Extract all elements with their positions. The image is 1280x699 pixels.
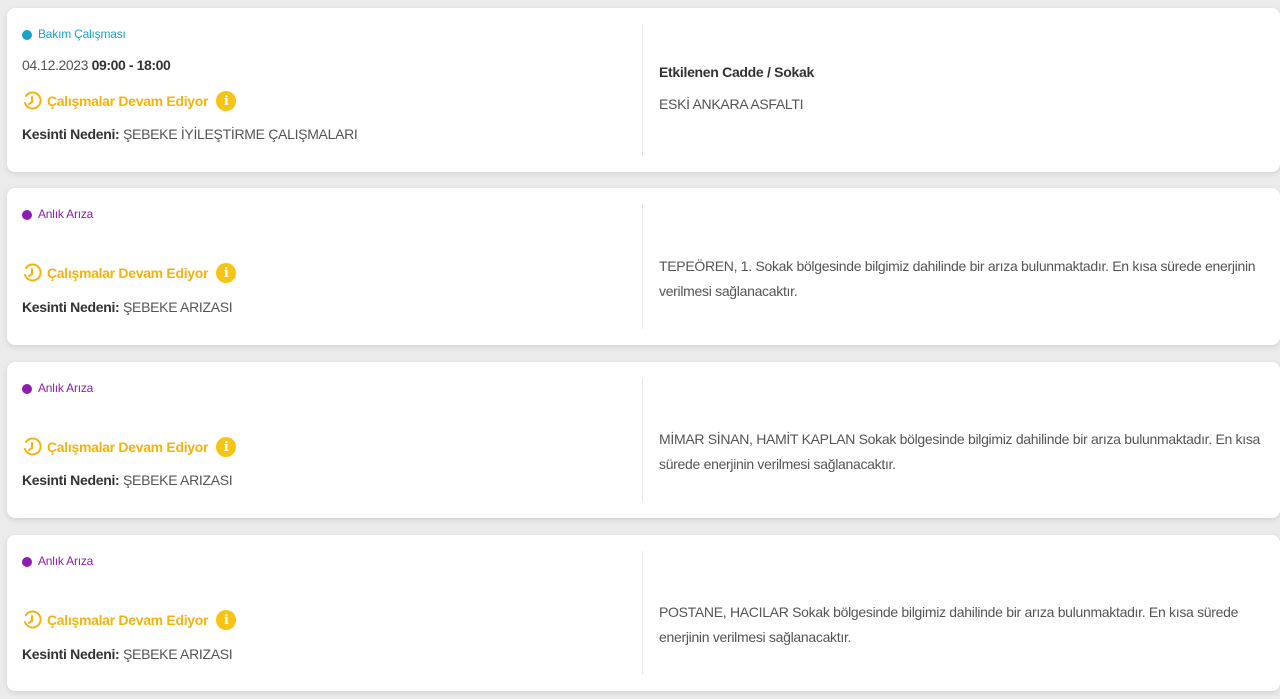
outage-type-label: Bakım Çalışması: [38, 27, 126, 41]
outage-summary: Bakım Çalışması 04.12.2023 09:00 - 18:00…: [22, 8, 642, 172]
card-divider: [642, 24, 643, 156]
maintenance-dot-icon: [22, 30, 32, 40]
outage-details: MİMAR SİNAN, HAMİT KAPLAN Sokak bölgesin…: [659, 362, 1262, 518]
info-circle-icon[interactable]: i: [216, 263, 237, 283]
fault-dot-icon: [22, 210, 32, 220]
outage-status: Çalışmalar Devam Ediyor i: [22, 263, 237, 283]
outage-reason-value: ŞEBEKE İYİLEŞTİRME ÇALIŞMALARI: [123, 126, 358, 142]
outage-reason: Kesinti Nedeni: ŞEBEKE ARIZASI: [22, 646, 233, 662]
affected-street-text: POSTANE, HACILAR Sokak bölgesinde bilgim…: [659, 604, 1239, 645]
clock-progress-icon: [24, 610, 42, 629]
outage-status-label: Çalışmalar Devam Ediyor: [47, 612, 209, 628]
outage-type: Anlık Arıza: [22, 554, 93, 568]
outage-type: Bakım Çalışması: [22, 27, 126, 41]
outage-status-label: Çalışmalar Devam Ediyor: [47, 93, 209, 109]
outage-details: Etkilenen Cadde / Sokak ESKİ ANKARA ASFA…: [659, 8, 1262, 172]
outage-type-label: Anlık Arıza: [38, 207, 94, 221]
outage-reason-value: ŞEBEKE ARIZASI: [123, 646, 233, 662]
affected-street-text: MİMAR SİNAN, HAMİT KAPLAN Sokak bölgesin…: [659, 431, 1261, 472]
outage-reason-label: Kesinti Nedeni:: [22, 299, 120, 315]
outage-type: Anlık Arıza: [22, 381, 93, 395]
clock-progress-icon: [24, 263, 42, 282]
outage-reason: Kesinti Nedeni: ŞEBEKE ARIZASI: [22, 472, 233, 488]
fault-dot-icon: [22, 384, 32, 394]
outage-status-label: Çalışmalar Devam Ediyor: [47, 439, 209, 455]
outage-status-label: Çalışmalar Devam Ediyor: [47, 265, 209, 281]
affected-street-title: Etkilenen Cadde / Sokak: [659, 64, 814, 80]
outage-list: Bakım Çalışması 04.12.2023 09:00 - 18:00…: [0, 0, 1280, 699]
outage-card: Anlık Arıza Çalışmalar Devam Ediyor i Ke…: [7, 188, 1280, 345]
outage-reason: Kesinti Nedeni: ŞEBEKE İYİLEŞTİRME ÇALIŞ…: [22, 126, 358, 142]
outage-reason-value: ŞEBEKE ARIZASI: [123, 472, 233, 488]
info-circle-icon[interactable]: i: [216, 91, 237, 111]
outage-reason: Kesinti Nedeni: ŞEBEKE ARIZASI: [22, 299, 233, 315]
outage-card: Anlık Arıza Çalışmalar Devam Ediyor i Ke…: [7, 362, 1280, 518]
card-divider: [642, 204, 643, 329]
card-divider: [642, 551, 643, 675]
outage-status: Çalışmalar Devam Ediyor i: [22, 91, 237, 111]
info-circle-icon[interactable]: i: [216, 437, 237, 457]
outage-status: Çalışmalar Devam Ediyor i: [22, 437, 237, 457]
affected-street-text: ESKİ ANKARA ASFALTI: [659, 96, 804, 112]
outage-card: Bakım Çalışması 04.12.2023 09:00 - 18:00…: [7, 8, 1280, 172]
clock-progress-icon: [24, 437, 42, 456]
outage-time-range: 09:00 - 18:00: [91, 57, 171, 73]
outage-date-value: 04.12.2023: [22, 57, 89, 73]
fault-dot-icon: [22, 557, 32, 567]
outage-reason-value: ŞEBEKE ARIZASI: [123, 299, 233, 315]
outage-summary: Anlık Arıza Çalışmalar Devam Ediyor i Ke…: [22, 188, 642, 345]
info-circle-icon[interactable]: i: [216, 610, 237, 630]
clock-progress-icon: [24, 91, 42, 110]
outage-date: 04.12.2023 09:00 - 18:00: [22, 57, 171, 73]
outage-type: Anlık Arıza: [22, 207, 93, 221]
card-divider: [642, 378, 643, 502]
outage-reason-label: Kesinti Nedeni:: [22, 126, 120, 142]
outage-type-label: Anlık Arıza: [38, 381, 94, 395]
outage-status: Çalışmalar Devam Ediyor i: [22, 610, 237, 630]
outage-summary: Anlık Arıza Çalışmalar Devam Ediyor i Ke…: [22, 362, 642, 518]
outage-reason-label: Kesinti Nedeni:: [22, 472, 120, 488]
outage-type-label: Anlık Arıza: [38, 554, 94, 568]
outage-details: TEPEÖREN, 1. Sokak bölgesinde bilgimiz d…: [659, 188, 1262, 345]
outage-reason-label: Kesinti Nedeni:: [22, 646, 120, 662]
affected-street-text: TEPEÖREN, 1. Sokak bölgesinde bilgimiz d…: [659, 258, 1256, 299]
outage-card: Anlık Arıza Çalışmalar Devam Ediyor i Ke…: [7, 535, 1280, 691]
outage-summary: Anlık Arıza Çalışmalar Devam Ediyor i Ke…: [22, 535, 642, 691]
outage-details: POSTANE, HACILAR Sokak bölgesinde bilgim…: [659, 535, 1262, 691]
